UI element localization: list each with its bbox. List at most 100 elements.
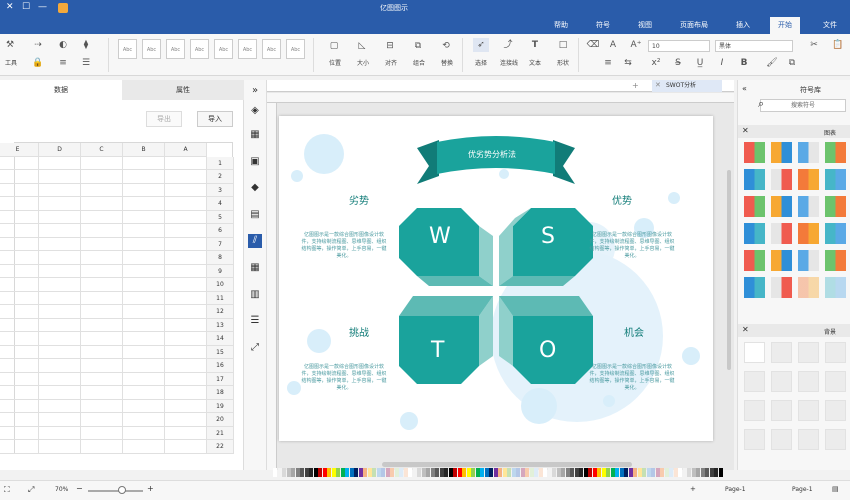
tool-icon[interactable]: ⚒ — [2, 38, 18, 52]
grid-cell[interactable] — [123, 237, 165, 251]
presentation-icon[interactable]: ▥ — [248, 288, 262, 302]
grid-cell[interactable] — [39, 264, 81, 278]
zoom-level[interactable]: 70% — [55, 486, 68, 493]
background-symbol-tile[interactable] — [744, 400, 765, 421]
chart-symbol-tile[interactable] — [825, 169, 846, 190]
chart-symbol-tile[interactable] — [798, 277, 819, 298]
grid-cell[interactable] — [0, 278, 39, 292]
grid-cell[interactable] — [39, 345, 81, 359]
background-symbol-tile[interactable] — [771, 400, 792, 421]
chart-data-icon[interactable]: ⫽ — [248, 234, 262, 248]
export-button[interactable]: 导出 — [146, 111, 182, 127]
increase-font-icon[interactable]: A⁺ — [628, 38, 644, 52]
text-direction-icon[interactable]: ⇆ — [620, 56, 636, 70]
color-swatch[interactable] — [511, 468, 516, 477]
grid-cell[interactable] — [0, 237, 39, 251]
style-preset-1[interactable]: Abc — [118, 39, 137, 59]
grid-cell[interactable] — [0, 332, 39, 346]
paste-icon[interactable]: 📋 — [830, 38, 846, 52]
chart-symbol-tile[interactable] — [744, 223, 765, 244]
grid-cell[interactable] — [39, 278, 81, 292]
color-swatch[interactable] — [493, 468, 498, 477]
chart-symbol-tile[interactable] — [771, 223, 792, 244]
text-tool-icon[interactable]: T — [527, 38, 543, 52]
fullscreen-icon[interactable]: ⛶ — [4, 485, 10, 495]
grid-cell[interactable] — [123, 278, 165, 292]
color-swatch[interactable] — [381, 468, 385, 477]
background-symbol-tile[interactable] — [771, 371, 792, 392]
line-weight-icon[interactable]: ☰ — [78, 56, 94, 70]
group-icon[interactable]: ⧉ — [410, 39, 426, 53]
grid-cell[interactable] — [123, 426, 165, 440]
bold-icon[interactable]: B — [736, 56, 752, 70]
grid-cell[interactable] — [81, 210, 123, 224]
chart-symbol-tile[interactable] — [825, 223, 846, 244]
color-swatch[interactable] — [565, 468, 570, 477]
background-symbol-tile[interactable] — [825, 400, 846, 421]
color-swatch[interactable] — [705, 468, 709, 477]
row-header[interactable]: 21 — [207, 426, 234, 440]
color-swatch[interactable] — [331, 468, 336, 477]
strikethrough-icon[interactable]: S̶ — [670, 56, 686, 70]
grid-cell[interactable] — [0, 399, 39, 413]
background-symbol-tile[interactable] — [744, 371, 765, 392]
row-header[interactable]: 3 — [207, 183, 234, 197]
color-swatch[interactable] — [462, 468, 466, 477]
grid-cell[interactable] — [81, 170, 123, 184]
color-swatch[interactable] — [444, 468, 448, 477]
image-icon[interactable]: ▣ — [248, 155, 262, 169]
zoom-slider-handle[interactable] — [118, 486, 126, 494]
grid-cell[interactable] — [81, 318, 123, 332]
background-symbol-tile[interactable] — [744, 342, 765, 363]
column-header[interactable]: A — [165, 143, 207, 157]
row-header[interactable]: 10 — [207, 278, 234, 292]
color-swatch[interactable] — [358, 468, 363, 477]
color-swatch[interactable] — [624, 468, 628, 477]
chart-symbol-tile[interactable] — [744, 250, 765, 271]
grid-cell[interactable] — [165, 332, 207, 346]
grid-cell[interactable] — [0, 183, 39, 197]
grid-cell[interactable] — [165, 210, 207, 224]
grid-cell[interactable] — [165, 413, 207, 427]
color-swatch[interactable] — [561, 468, 565, 477]
cut-icon[interactable]: ✂ — [806, 38, 822, 52]
color-swatch[interactable] — [291, 468, 295, 477]
chart-symbol-tile[interactable] — [744, 169, 765, 190]
chart-symbol-tile[interactable] — [825, 277, 846, 298]
color-swatch[interactable] — [552, 468, 556, 477]
color-swatch[interactable] — [642, 468, 646, 477]
grid-cell[interactable] — [165, 386, 207, 400]
grid-cell[interactable] — [123, 210, 165, 224]
column-header[interactable]: B — [123, 143, 165, 157]
color-swatch[interactable] — [277, 468, 282, 477]
color-swatch[interactable] — [372, 468, 376, 477]
grid-cell[interactable] — [81, 291, 123, 305]
font-color-icon[interactable]: A — [605, 38, 621, 52]
color-swatch[interactable] — [610, 468, 615, 477]
background-symbol-tile[interactable] — [798, 342, 819, 363]
chart-symbol-tile[interactable] — [825, 142, 846, 163]
shape-tool-icon[interactable]: □ — [555, 38, 571, 52]
color-swatch[interactable] — [430, 468, 435, 477]
grid-cell[interactable] — [123, 440, 165, 454]
background-symbol-tile[interactable] — [825, 371, 846, 392]
import-button[interactable]: 导入 — [197, 111, 233, 127]
background-symbol-tile[interactable] — [798, 400, 819, 421]
font-name-select[interactable]: 黑体 — [715, 40, 793, 52]
add-page-icon[interactable]: + — [690, 485, 696, 493]
grid-cell[interactable] — [0, 291, 39, 305]
size-icon[interactable]: ◺ — [354, 39, 370, 53]
grid-cell[interactable] — [123, 305, 165, 319]
grid-cell[interactable] — [81, 399, 123, 413]
color-swatch[interactable] — [448, 468, 453, 477]
color-swatch[interactable] — [520, 468, 525, 477]
grid-cell[interactable] — [0, 224, 39, 238]
align-icon[interactable]: ⊟ — [382, 39, 398, 53]
color-swatch[interactable] — [408, 468, 412, 477]
chart-symbol-tile[interactable] — [771, 250, 792, 271]
grid-cell[interactable] — [123, 318, 165, 332]
column-header[interactable]: D — [39, 143, 81, 157]
grid-cell[interactable] — [0, 440, 39, 454]
grid-cell[interactable] — [39, 224, 81, 238]
grid-cell[interactable] — [165, 440, 207, 454]
